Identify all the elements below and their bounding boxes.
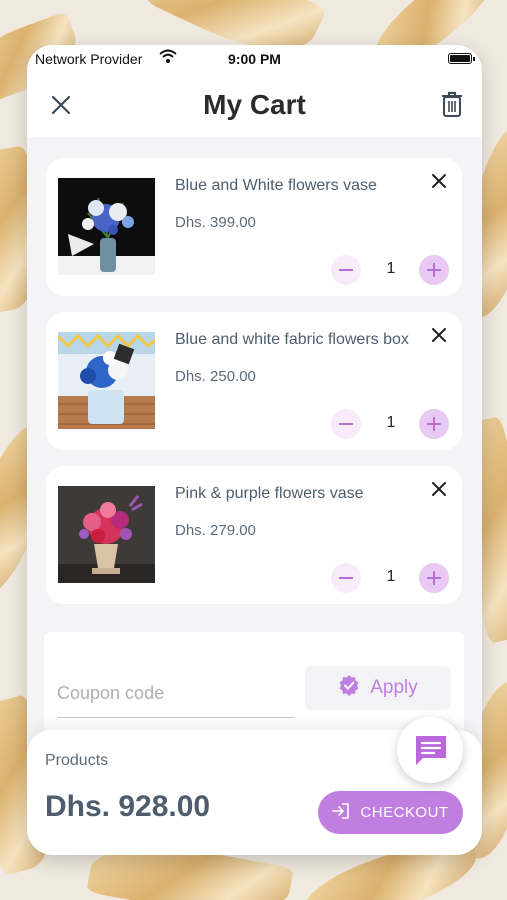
- chat-icon: [413, 733, 449, 772]
- decrease-quantity-button[interactable]: [331, 255, 361, 285]
- decrease-quantity-button[interactable]: [331, 563, 361, 593]
- increase-quantity-button[interactable]: [419, 409, 449, 439]
- product-price: Dhs. 399.00: [175, 214, 256, 231]
- remove-item-icon[interactable]: [430, 480, 448, 498]
- coupon-code-input[interactable]: [57, 670, 294, 718]
- quantity-value: 1: [386, 568, 396, 585]
- header: My Cart: [27, 73, 482, 137]
- trash-icon[interactable]: [440, 90, 464, 118]
- clock-time: 9:00 PM: [228, 51, 281, 67]
- decrease-quantity-button[interactable]: [331, 409, 361, 439]
- battery-icon: [448, 53, 475, 64]
- chat-button[interactable]: [397, 717, 463, 783]
- increase-quantity-button[interactable]: [419, 255, 449, 285]
- product-image: [58, 178, 155, 275]
- product-price: Dhs. 250.00: [175, 368, 256, 385]
- product-image: [58, 332, 155, 429]
- products-label: Products: [45, 752, 109, 769]
- remove-item-icon[interactable]: [430, 172, 448, 190]
- cart-item: Pink & purple flowers vase Dhs. 279.00 1: [46, 466, 462, 604]
- product-name: Blue and white fabric flowers box: [175, 331, 409, 348]
- apply-button-label: Apply: [370, 677, 418, 698]
- product-name: Pink & purple flowers vase: [175, 485, 364, 502]
- status-bar: Network Provider 9:00 PM: [27, 45, 482, 73]
- order-total: Dhs. 928.00: [45, 790, 211, 823]
- checkout-button-label: CHECKOUT: [360, 804, 449, 821]
- app-screen: Network Provider 9:00 PM My Cart Blue an…: [27, 45, 482, 855]
- quantity-value: 1: [386, 414, 396, 431]
- product-price: Dhs. 279.00: [175, 522, 256, 539]
- product-image: [58, 486, 155, 583]
- login-icon: [332, 802, 350, 823]
- product-name: Blue and White flowers vase: [175, 177, 377, 194]
- apply-coupon-button[interactable]: Apply: [305, 666, 451, 710]
- remove-item-icon[interactable]: [430, 326, 448, 344]
- page-title: My Cart: [203, 89, 306, 120]
- increase-quantity-button[interactable]: [419, 563, 449, 593]
- cart-item: Blue and White flowers vase Dhs. 399.00 …: [46, 158, 462, 296]
- quantity-value: 1: [386, 260, 396, 277]
- verified-badge-icon: [338, 674, 360, 702]
- cart-item: Blue and white fabric flowers box Dhs. 2…: [46, 312, 462, 450]
- checkout-button[interactable]: CHECKOUT: [318, 791, 463, 834]
